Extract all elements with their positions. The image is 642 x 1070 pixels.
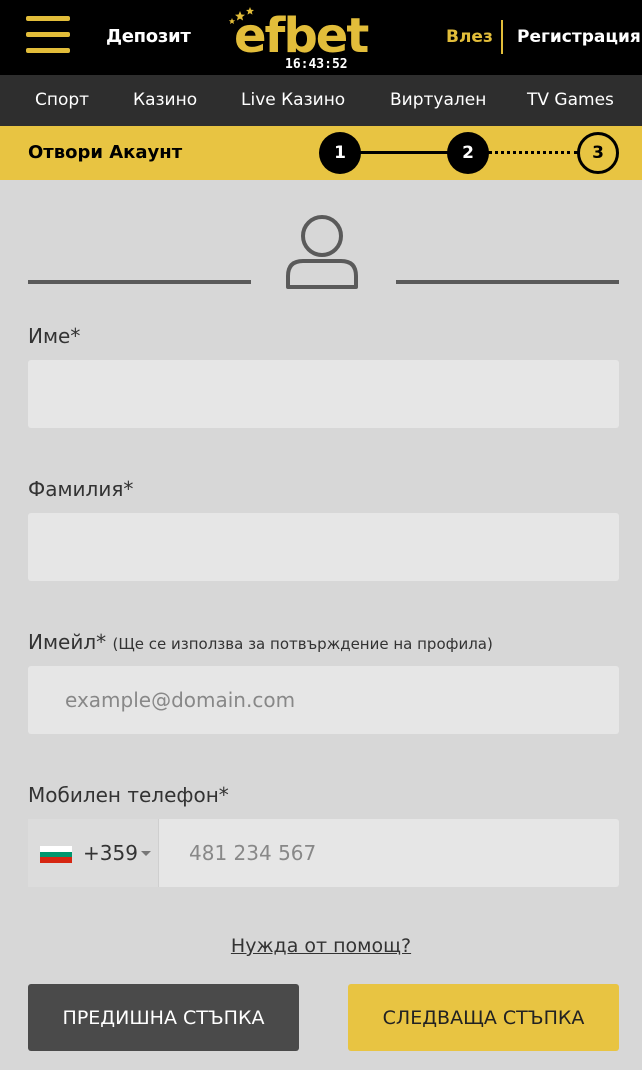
- registration-steps: Отвори Акаунт 1 2 3: [0, 126, 642, 180]
- phone-field: +359: [28, 819, 619, 887]
- email-input[interactable]: [28, 666, 619, 734]
- last-name-label: Фамилия*: [28, 477, 134, 501]
- country-code: +359: [83, 841, 138, 865]
- logo-text: efbet: [234, 8, 368, 60]
- efbet-logo[interactable]: efbet: [226, 4, 398, 64]
- bulgaria-flag-icon: [40, 846, 72, 863]
- help-link[interactable]: Нужда от помощ?: [0, 935, 642, 957]
- last-name-input[interactable]: [28, 513, 619, 581]
- steps-title: Отвори Акаунт: [28, 142, 183, 163]
- user-icon: [284, 212, 360, 290]
- country-code-select[interactable]: +359: [28, 819, 159, 887]
- phone-label: Мобилен телефон*: [28, 783, 229, 807]
- deposit-link[interactable]: Депозит: [106, 26, 191, 47]
- step-3: 3: [577, 132, 619, 174]
- step-connector-pending: [488, 151, 578, 154]
- first-name-input[interactable]: [28, 360, 619, 428]
- chevron-down-icon: [141, 851, 151, 856]
- header-divider: [501, 20, 503, 54]
- main-nav: Спорт Казино Live Казино Виртуален TV Ga…: [0, 75, 642, 126]
- phone-input[interactable]: [159, 819, 619, 887]
- divider-right: [396, 280, 619, 284]
- email-hint: (Ще се използва за потвърждение на профи…: [112, 635, 493, 653]
- menu-icon[interactable]: [26, 16, 70, 54]
- previous-step-button[interactable]: ПРЕДИШНА СТЪПКА: [28, 984, 299, 1051]
- nav-item-live-casino[interactable]: Live Казино: [241, 90, 345, 110]
- next-step-button[interactable]: СЛЕДВАЩА СТЪПКА: [348, 984, 619, 1051]
- nav-item-casino[interactable]: Казино: [133, 90, 197, 110]
- email-label: Имейл*: [28, 630, 107, 654]
- divider-left: [28, 280, 251, 284]
- login-link[interactable]: Влез: [446, 27, 493, 47]
- register-link[interactable]: Регистрация: [517, 27, 641, 47]
- email-label-row: Имейл* (Ще се използва за потвърждение н…: [28, 630, 493, 654]
- top-header: Депозит efbet 16:43:52 Влез Регистрация: [0, 0, 642, 75]
- first-name-label: Име*: [28, 324, 81, 348]
- nav-item-tv-games[interactable]: TV Games: [527, 90, 614, 110]
- step-connector-completed: [360, 151, 450, 154]
- nav-item-sport[interactable]: Спорт: [35, 90, 89, 110]
- clock: 16:43:52: [285, 57, 348, 72]
- step-2: 2: [447, 132, 489, 174]
- nav-item-virtual[interactable]: Виртуален: [390, 90, 486, 110]
- step-1: 1: [319, 132, 361, 174]
